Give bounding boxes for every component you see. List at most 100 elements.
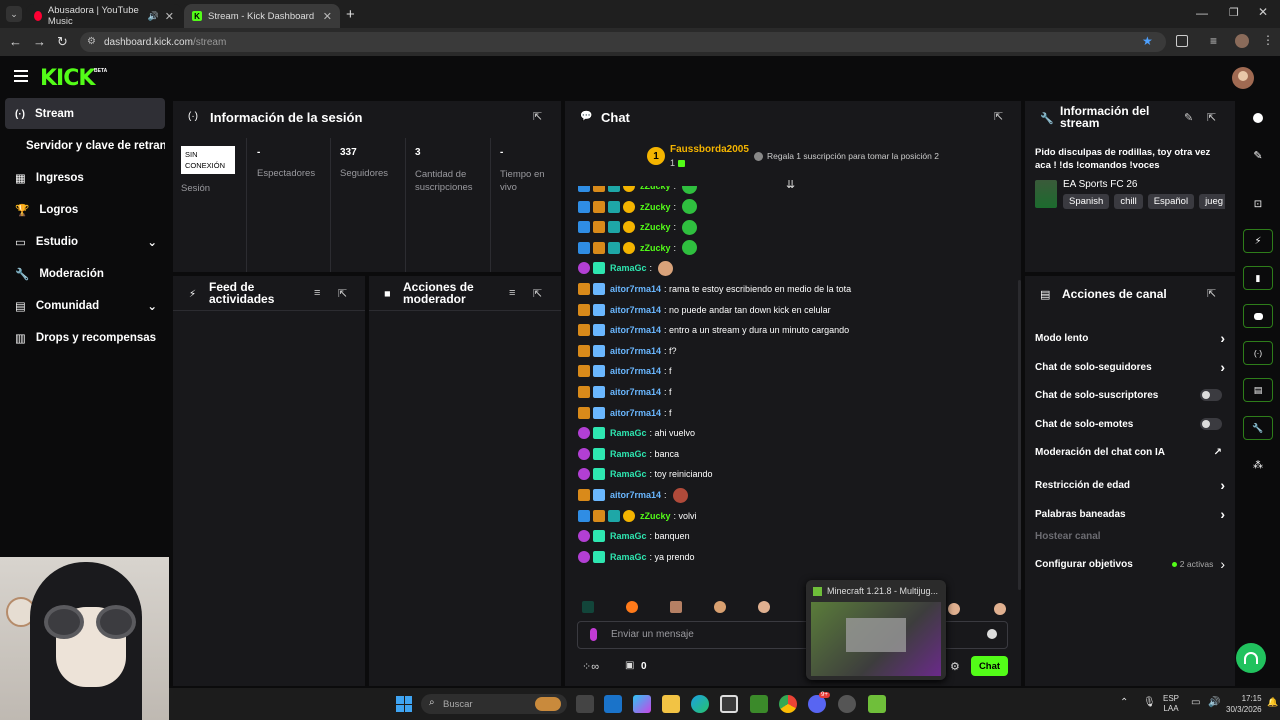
chat-username[interactable]: RamaGc <box>610 552 647 562</box>
taskbar-preview-popup[interactable]: Minecraft 1.21.8 - Multijug... <box>806 580 946 680</box>
chat-scrollbar[interactable] <box>1018 280 1021 590</box>
chat-username[interactable]: zZucky <box>640 186 671 191</box>
notifications-icon[interactable]: 🔔 <box>1267 697 1278 708</box>
sidebar-item-moderacion[interactable]: 🔧 Moderación <box>5 259 165 289</box>
chat-username[interactable]: aitor7rma14 <box>610 387 661 397</box>
windows-start-icon[interactable] <box>396 696 412 712</box>
chat-username[interactable]: aitor7rma14 <box>610 490 661 500</box>
chat-username[interactable]: RamaGc <box>610 263 647 273</box>
sidebar-item-ingresos[interactable]: ▦ Ingresos <box>5 163 165 193</box>
obs-icon[interactable] <box>838 695 856 713</box>
chat-username[interactable]: zZucky <box>640 222 671 232</box>
microphone-icon[interactable]: 🎙 <box>1143 697 1156 708</box>
chat-username[interactable]: zZucky <box>640 511 671 521</box>
url-input[interactable]: ⚙ dashboard.kick.com/stream <box>80 32 1166 52</box>
points-infinity-icon[interactable]: ⁘∞ <box>582 660 599 673</box>
wrench-icon[interactable]: 🔧 <box>1243 416 1273 440</box>
filter-icon[interactable]: ≡ <box>509 287 515 299</box>
xbox-icon[interactable] <box>750 695 768 713</box>
popout-icon[interactable]: ⇱ <box>994 110 1003 123</box>
document-icon[interactable]: ▮ <box>1243 266 1273 290</box>
chat-username[interactable]: aitor7rma14 <box>610 366 661 376</box>
popout-icon[interactable]: ⇱ <box>1207 287 1216 300</box>
emote-icon[interactable] <box>758 601 770 613</box>
minecraft-taskbar-icon[interactable] <box>868 695 886 713</box>
outlook-icon[interactable] <box>604 695 622 713</box>
popout-icon[interactable]: ⇱ <box>533 110 542 123</box>
emote-icon[interactable] <box>670 601 682 613</box>
speaker-icon[interactable]: 🔊 <box>148 11 159 22</box>
user-avatar[interactable] <box>1232 67 1254 89</box>
tag-chip[interactable]: jueg <box>1199 194 1225 209</box>
row-followers-only[interactable]: Chat de solo-seguidores › <box>1035 359 1225 375</box>
chat-username[interactable]: RamaGc <box>610 531 647 541</box>
store-icon[interactable] <box>720 695 738 713</box>
subs-only-toggle[interactable] <box>1200 389 1222 401</box>
popout-icon[interactable]: ⇱ <box>338 287 347 300</box>
chat-send-button[interactable]: Chat <box>971 656 1008 676</box>
filter-icon[interactable]: ≡ <box>314 287 320 299</box>
taskbar-search[interactable]: ⌕ Buscar <box>421 694 567 714</box>
bolt-icon[interactable]: ⚡ <box>1243 229 1273 253</box>
gift-prompt-text[interactable]: Regala 1 suscripción para tomar la posic… <box>767 151 939 161</box>
emote-icon[interactable] <box>714 601 726 613</box>
tag-chip[interactable]: chill <box>1114 194 1143 209</box>
maximize-icon[interactable]: ❐ <box>1229 6 1239 19</box>
row-ai-moderation[interactable]: Moderación del chat con IA ↗ <box>1035 447 1225 458</box>
network-icon[interactable]: ▭ <box>1191 697 1200 708</box>
hamburger-menu-icon[interactable] <box>14 70 28 82</box>
chat-username[interactable]: aitor7rma14 <box>610 305 661 315</box>
chat-icon[interactable] <box>1243 304 1273 328</box>
layout-icon[interactable]: ▤ <box>1243 378 1273 402</box>
emote-icon[interactable] <box>682 199 698 215</box>
extensions-icon[interactable] <box>1176 35 1188 47</box>
emote-icon[interactable] <box>682 219 698 235</box>
game-name[interactable]: EA Sports FC 26 <box>1063 179 1137 190</box>
sidebar-item-drops[interactable]: ▥ Drops y recompensas <box>5 323 165 353</box>
site-info-icon[interactable]: ⚙ <box>87 36 96 47</box>
close-window-icon[interactable]: ✕ <box>1258 5 1268 19</box>
tab-list-button[interactable]: ⌄ <box>6 6 22 22</box>
chat-username[interactable]: zZucky <box>640 202 671 212</box>
volume-icon[interactable]: 🔊 <box>1208 697 1220 708</box>
kick-logo[interactable]: KICK <box>40 66 95 91</box>
share-icon[interactable]: ⁂ <box>1243 453 1273 477</box>
row-banned-words[interactable]: Palabras baneadas › <box>1035 506 1225 522</box>
chat-username[interactable]: aitor7rma14 <box>610 346 661 356</box>
reload-icon[interactable]: ↻ <box>57 34 68 50</box>
forward-icon[interactable]: → <box>33 34 46 49</box>
sidebar-item-stream-key[interactable]: Servidor y clave de retransmisión <box>5 131 165 161</box>
broadcast-icon[interactable]: (·) <box>1243 341 1273 365</box>
chat-username[interactable]: RamaGc <box>610 449 647 459</box>
edit-icon[interactable]: ✎ <box>1243 143 1273 167</box>
emotes-only-toggle[interactable] <box>1200 418 1222 430</box>
emote-icon[interactable] <box>994 603 1006 615</box>
language-indicator[interactable]: ESP LAA <box>1163 694 1179 714</box>
edit-icon[interactable]: ✎ <box>1184 111 1193 124</box>
emoji-picker-icon[interactable] <box>987 629 997 639</box>
info-icon[interactable] <box>1243 106 1273 130</box>
emote-icon[interactable] <box>582 601 594 613</box>
emote-icon[interactable] <box>672 487 688 503</box>
profile-avatar[interactable] <box>1235 34 1249 48</box>
popout-icon[interactable]: ⇱ <box>1207 111 1216 124</box>
chat-username[interactable]: aitor7rma14 <box>610 284 661 294</box>
minimize-icon[interactable]: — <box>1196 6 1208 20</box>
tab-kick-dashboard[interactable]: K Stream - Kick Dashboard ✕ <box>184 4 340 28</box>
emote-icon[interactable] <box>658 260 674 276</box>
bookmark-star-icon[interactable]: ★ <box>1142 34 1153 48</box>
pinned-gifter-name[interactable]: Faussborda2005 <box>670 144 749 155</box>
media-controls-icon[interactable]: ≡ <box>1210 34 1217 48</box>
file-explorer-icon[interactable] <box>662 695 680 713</box>
emote-icon[interactable] <box>626 601 638 613</box>
new-tab-icon[interactable]: + <box>346 6 355 23</box>
tab-youtube-music[interactable]: Abusadora | YouTube Music 🔊 ✕ <box>26 4 182 28</box>
sidebar-item-logros[interactable]: 🏆 Logros <box>5 195 165 225</box>
row-slow-mode[interactable]: Modo lento › <box>1035 330 1225 346</box>
sidebar-item-estudio[interactable]: ▭ Estudio ⌄ <box>5 227 165 257</box>
chat-username[interactable]: zZucky <box>640 243 671 253</box>
emote-icon[interactable] <box>682 186 698 194</box>
tray-chevron-icon[interactable]: ⌃ <box>1120 697 1128 708</box>
back-icon[interactable]: ← <box>9 34 22 49</box>
clock[interactable]: 17:15 30/3/2026 <box>1226 693 1262 715</box>
